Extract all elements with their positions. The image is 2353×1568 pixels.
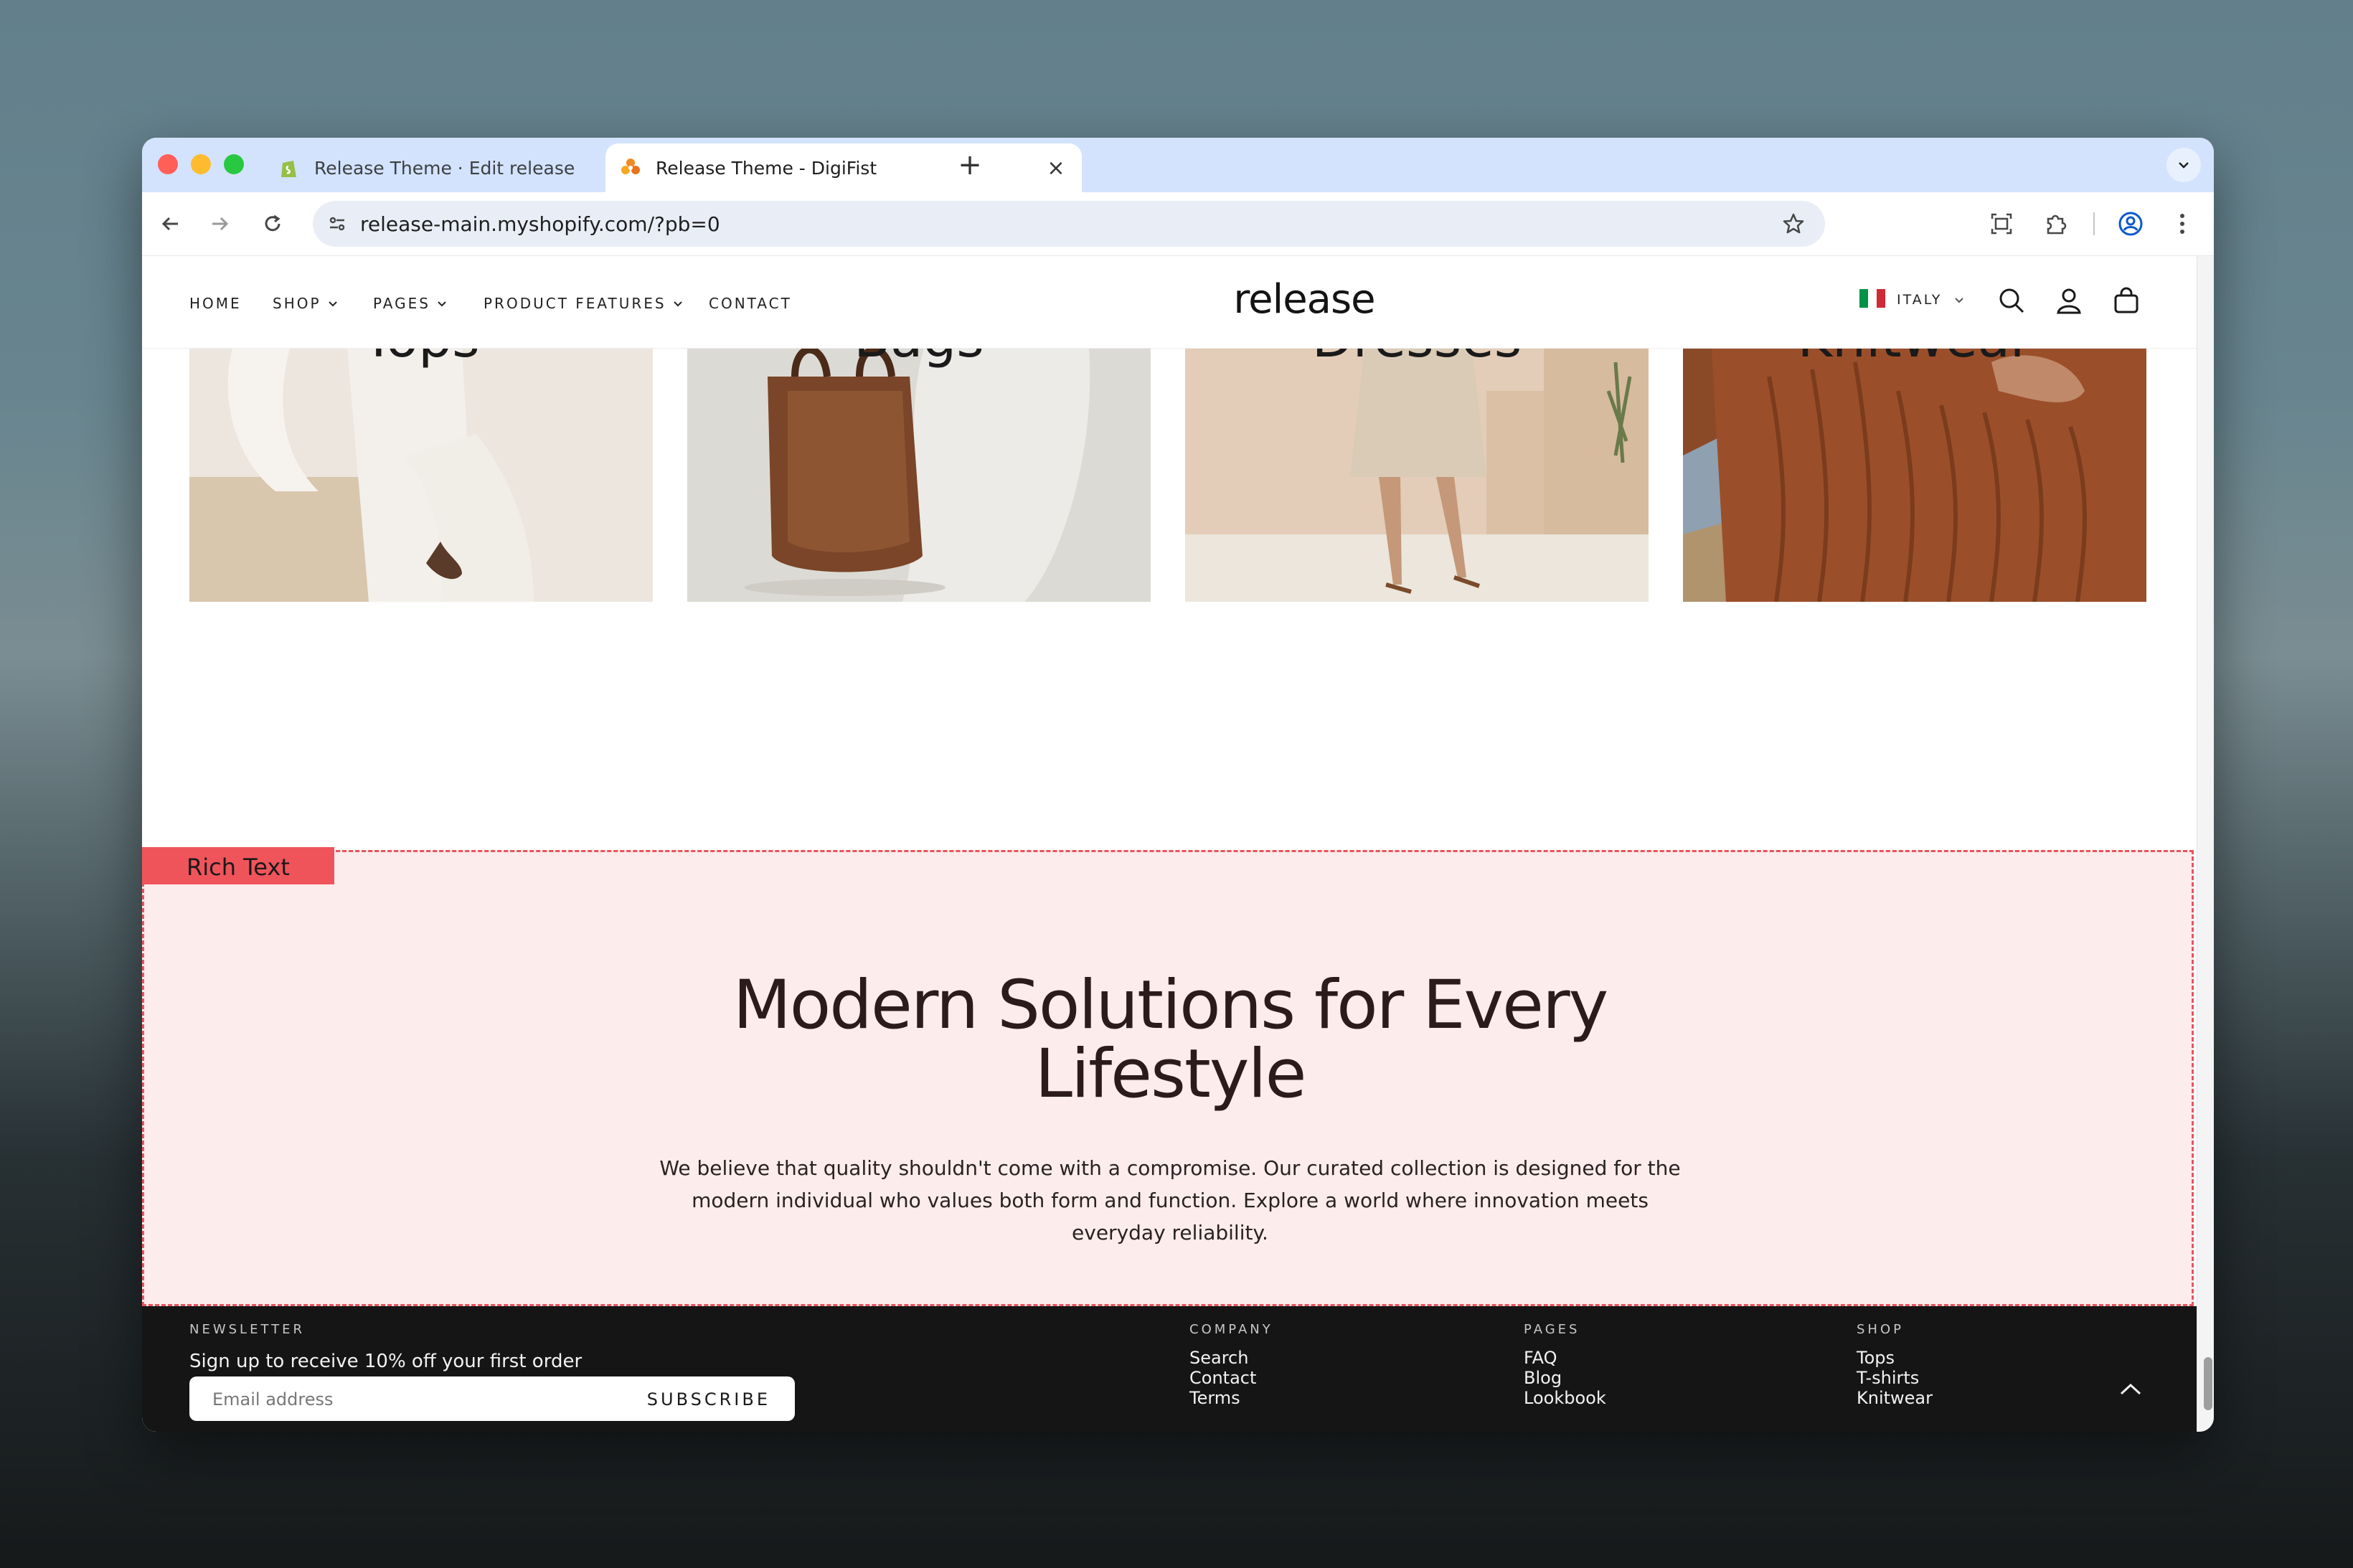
nav-home[interactable]: HOME (189, 295, 242, 312)
chevron-down-icon (2179, 162, 2189, 169)
nav-label: CONTACT (709, 295, 792, 312)
profile-icon[interactable] (2115, 208, 2146, 240)
tile-tops[interactable]: Tops (189, 348, 653, 602)
close-window-button[interactable] (158, 154, 178, 174)
minimize-window-button[interactable] (191, 154, 211, 174)
tile-label: Knitwear (1683, 348, 2146, 369)
tab-digifist[interactable]: Release Theme - DigiFist × (605, 143, 1082, 192)
nav-pages[interactable]: PAGES (373, 295, 448, 312)
email-input[interactable]: Email address (212, 1389, 334, 1409)
section-label-tag[interactable]: Rich Text (142, 847, 334, 884)
site-header: HOME SHOP PAGES PRODUCT FEATURES CONTACT… (142, 256, 2197, 349)
nav-label: PAGES (373, 295, 430, 312)
screenshot-icon[interactable] (1986, 208, 2017, 240)
newsletter-text: Sign up to receive 10% off your first or… (189, 1351, 583, 1372)
cart-icon[interactable] (2108, 282, 2145, 319)
tile-dresses[interactable]: Dresses (1185, 348, 1649, 602)
shopify-icon (278, 157, 300, 179)
footer-link-tshirts[interactable]: T-shirts (1857, 1368, 1919, 1388)
new-tab-button[interactable]: + (951, 146, 989, 184)
pages-heading: PAGES (1524, 1322, 1580, 1337)
tile-bags[interactable]: Bags (687, 348, 1151, 602)
rich-text-heading: Modern Solutions for Every Lifestyle (144, 971, 2196, 1109)
site-footer: NEWSLETTER Sign up to receive 10% off yo… (142, 1306, 2197, 1432)
subscribe-button[interactable]: SUBSCRIBE (647, 1389, 770, 1409)
knitwear-image (1683, 348, 2146, 602)
maximize-window-button[interactable] (224, 154, 244, 174)
menu-icon[interactable] (2166, 208, 2198, 240)
rich-text-body: We believe that quality shouldn't come w… (659, 1156, 1681, 1245)
newsletter-heading: NEWSLETTER (189, 1322, 306, 1337)
tile-label: Tops (189, 348, 653, 369)
tile-label: Bags (687, 348, 1151, 369)
nav-label: SHOP (273, 295, 321, 312)
nav-contact[interactable]: CONTACT (709, 295, 792, 312)
extensions-icon[interactable] (2040, 208, 2072, 240)
url-text: release-main.myshopify.com/?pb=0 (360, 212, 720, 236)
scrollbar-thumb[interactable] (2204, 1357, 2212, 1410)
nav-label: PRODUCT FEATURES (484, 295, 666, 312)
country-label: ITALY (1897, 292, 1943, 308)
chevron-down-icon (1955, 298, 1964, 303)
reload-icon[interactable] (257, 208, 288, 240)
footer-link-blog[interactable]: Blog (1524, 1368, 1562, 1388)
italy-flag-icon (1859, 289, 1885, 308)
nav-product-features[interactable]: PRODUCT FEATURES (484, 295, 684, 312)
bags-image (687, 348, 1151, 602)
scrollbar-track[interactable] (2197, 256, 2214, 1432)
digifist-icon (620, 157, 641, 179)
chevron-down-icon (673, 301, 682, 307)
footer-link-tops[interactable]: Tops (1857, 1348, 1895, 1368)
chevron-down-icon (438, 301, 446, 307)
rich-text-section[interactable]: Modern Solutions for Every Lifestyle We … (142, 850, 2194, 1306)
shop-heading: SHOP (1857, 1322, 1904, 1337)
tab-strip: Release Theme · Edit release × Release T… (142, 138, 2214, 192)
newsletter-form: Email address SUBSCRIBE (189, 1376, 795, 1421)
address-bar[interactable]: release-main.myshopify.com/?pb=0 (313, 201, 1825, 247)
company-heading: COMPANY (1189, 1322, 1273, 1337)
toolbar-divider (2093, 212, 2095, 235)
account-icon[interactable] (2050, 282, 2088, 319)
collection-tiles: Tops Bags (142, 348, 2197, 602)
tab-search-button[interactable] (2166, 148, 2201, 182)
tops-image (189, 348, 653, 602)
search-icon[interactable] (1993, 282, 2030, 319)
back-icon[interactable] (155, 208, 187, 240)
tile-knitwear[interactable]: Knitwear (1683, 348, 2146, 602)
page-viewport: HOME SHOP PAGES PRODUCT FEATURES CONTACT… (142, 256, 2197, 1432)
site-logo[interactable]: release (1089, 276, 1519, 323)
footer-link-faq[interactable]: FAQ (1524, 1348, 1557, 1368)
tile-label: Dresses (1185, 348, 1649, 369)
country-selector[interactable]: ITALY (1897, 292, 1965, 308)
browser-window: Release Theme · Edit release × Release T… (142, 138, 2214, 1432)
footer-link-search[interactable]: Search (1189, 1348, 1248, 1368)
heading-line: Lifestyle (1034, 1035, 1307, 1113)
close-icon[interactable]: × (1042, 156, 1070, 181)
heading-line: Modern Solutions for Every (732, 966, 1609, 1044)
site-info-icon[interactable] (324, 211, 350, 237)
chevron-down-icon (328, 301, 337, 307)
nav-label: HOME (189, 295, 242, 312)
dresses-image (1185, 348, 1649, 602)
forward-icon[interactable] (204, 208, 235, 240)
bookmark-star-icon[interactable] (1781, 211, 1806, 237)
footer-link-contact[interactable]: Contact (1189, 1368, 1256, 1388)
browser-toolbar: release-main.myshopify.com/?pb=0 (142, 192, 2214, 256)
nav-shop[interactable]: SHOP (273, 295, 339, 312)
